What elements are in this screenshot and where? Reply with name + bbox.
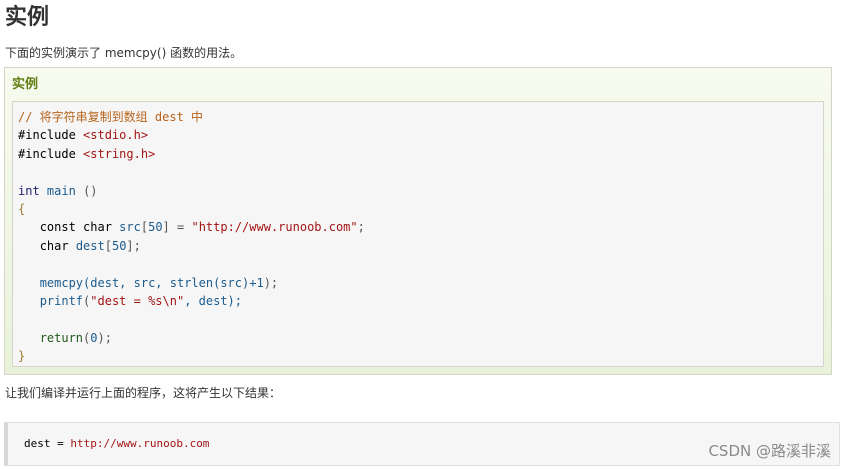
memcpy-call: memcpy	[39, 275, 84, 290]
code-line-include-string: #include <string.h>	[18, 145, 365, 163]
printf-format-string: "dest = %s\n"	[90, 293, 185, 308]
output-code: dest = http://www.runoob.com	[24, 437, 209, 451]
src-assign: =	[169, 220, 192, 235]
printf-call: printf	[39, 293, 84, 308]
return-value: 0	[90, 330, 98, 345]
code-line-src-decl: const char src[50] = "http://www.runoob.…	[18, 218, 365, 236]
code-line-open-brace: {	[18, 200, 365, 218]
code-line-memcpy: memcpy(dest, src, strlen(src)+1);	[18, 274, 365, 292]
return-keyword: return	[39, 330, 84, 345]
return-end: );	[97, 330, 112, 345]
code-panel[interactable]: // 将字符串复制到数组 dest 中 #include <stdio.h> #in…	[12, 101, 824, 367]
dest-bracket-close: ];	[126, 238, 141, 253]
src-bracket-close: ]	[162, 220, 170, 235]
strlen-call: strlen	[169, 275, 214, 290]
dest-type: char	[39, 238, 69, 253]
include-keyword: #include	[18, 128, 76, 143]
code-line-main: int main ()	[18, 182, 365, 200]
dest-bracket-open: [	[104, 238, 112, 253]
close-brace: }	[18, 349, 26, 364]
src-string: "http://www.runoob.com"	[191, 220, 358, 235]
src-semicolon: ;	[357, 220, 365, 235]
watermark: CSDN @路溪非溪	[708, 442, 831, 460]
example-title: 实例	[12, 77, 39, 92]
src-type: const char	[39, 220, 112, 235]
code-line-comment: // 将字符串复制到数组 dest 中	[18, 108, 365, 126]
dest-var: dest	[75, 238, 105, 253]
memcpy-end: );	[263, 275, 279, 290]
example-box: 实例 // 将字符串复制到数组 dest 中 #include <stdio.h>…	[4, 67, 832, 375]
code-line-dest-decl: char dest[50];	[18, 237, 365, 255]
src-bracket-open: [	[140, 220, 149, 235]
output-url: http://www.runoob.com	[70, 437, 210, 450]
src-var: src	[119, 220, 141, 235]
strlen-args: (src)+	[213, 275, 257, 290]
open-brace: {	[18, 201, 26, 216]
code-line-close-brace: }	[18, 347, 365, 365]
code-line-return: return(0);	[18, 329, 365, 347]
code-block: // 将字符串复制到数组 dest 中 #include <stdio.h> #in…	[18, 108, 365, 365]
main-return-type: int	[18, 183, 40, 198]
result-description: 让我们编译并运行上面的程序，这将产生以下结果：	[5, 386, 282, 400]
memcpy-args: (dest, src,	[83, 275, 170, 290]
code-comment: // 将字符串复制到数组 dest 中	[18, 110, 204, 124]
include-keyword: #include	[18, 146, 76, 161]
src-size: 50	[148, 220, 163, 235]
output-label: dest =	[24, 437, 71, 450]
code-line-include-stdio: #include <stdio.h>	[18, 126, 365, 144]
dest-size: 50	[111, 238, 127, 253]
main-parens: ()	[83, 183, 98, 198]
include-file: <string.h>	[83, 146, 156, 161]
intro-text: 下面的实例演示了 memcpy() 函数的用法。	[5, 46, 243, 60]
page-title: 实例	[5, 5, 50, 30]
main-function-name: main	[46, 183, 76, 198]
code-line-printf: printf("dest = %s\n", dest);	[18, 292, 365, 310]
printf-args: , dest);	[184, 293, 242, 308]
include-file: <stdio.h>	[83, 128, 149, 143]
memcpy-plus-one: 1	[256, 275, 264, 290]
